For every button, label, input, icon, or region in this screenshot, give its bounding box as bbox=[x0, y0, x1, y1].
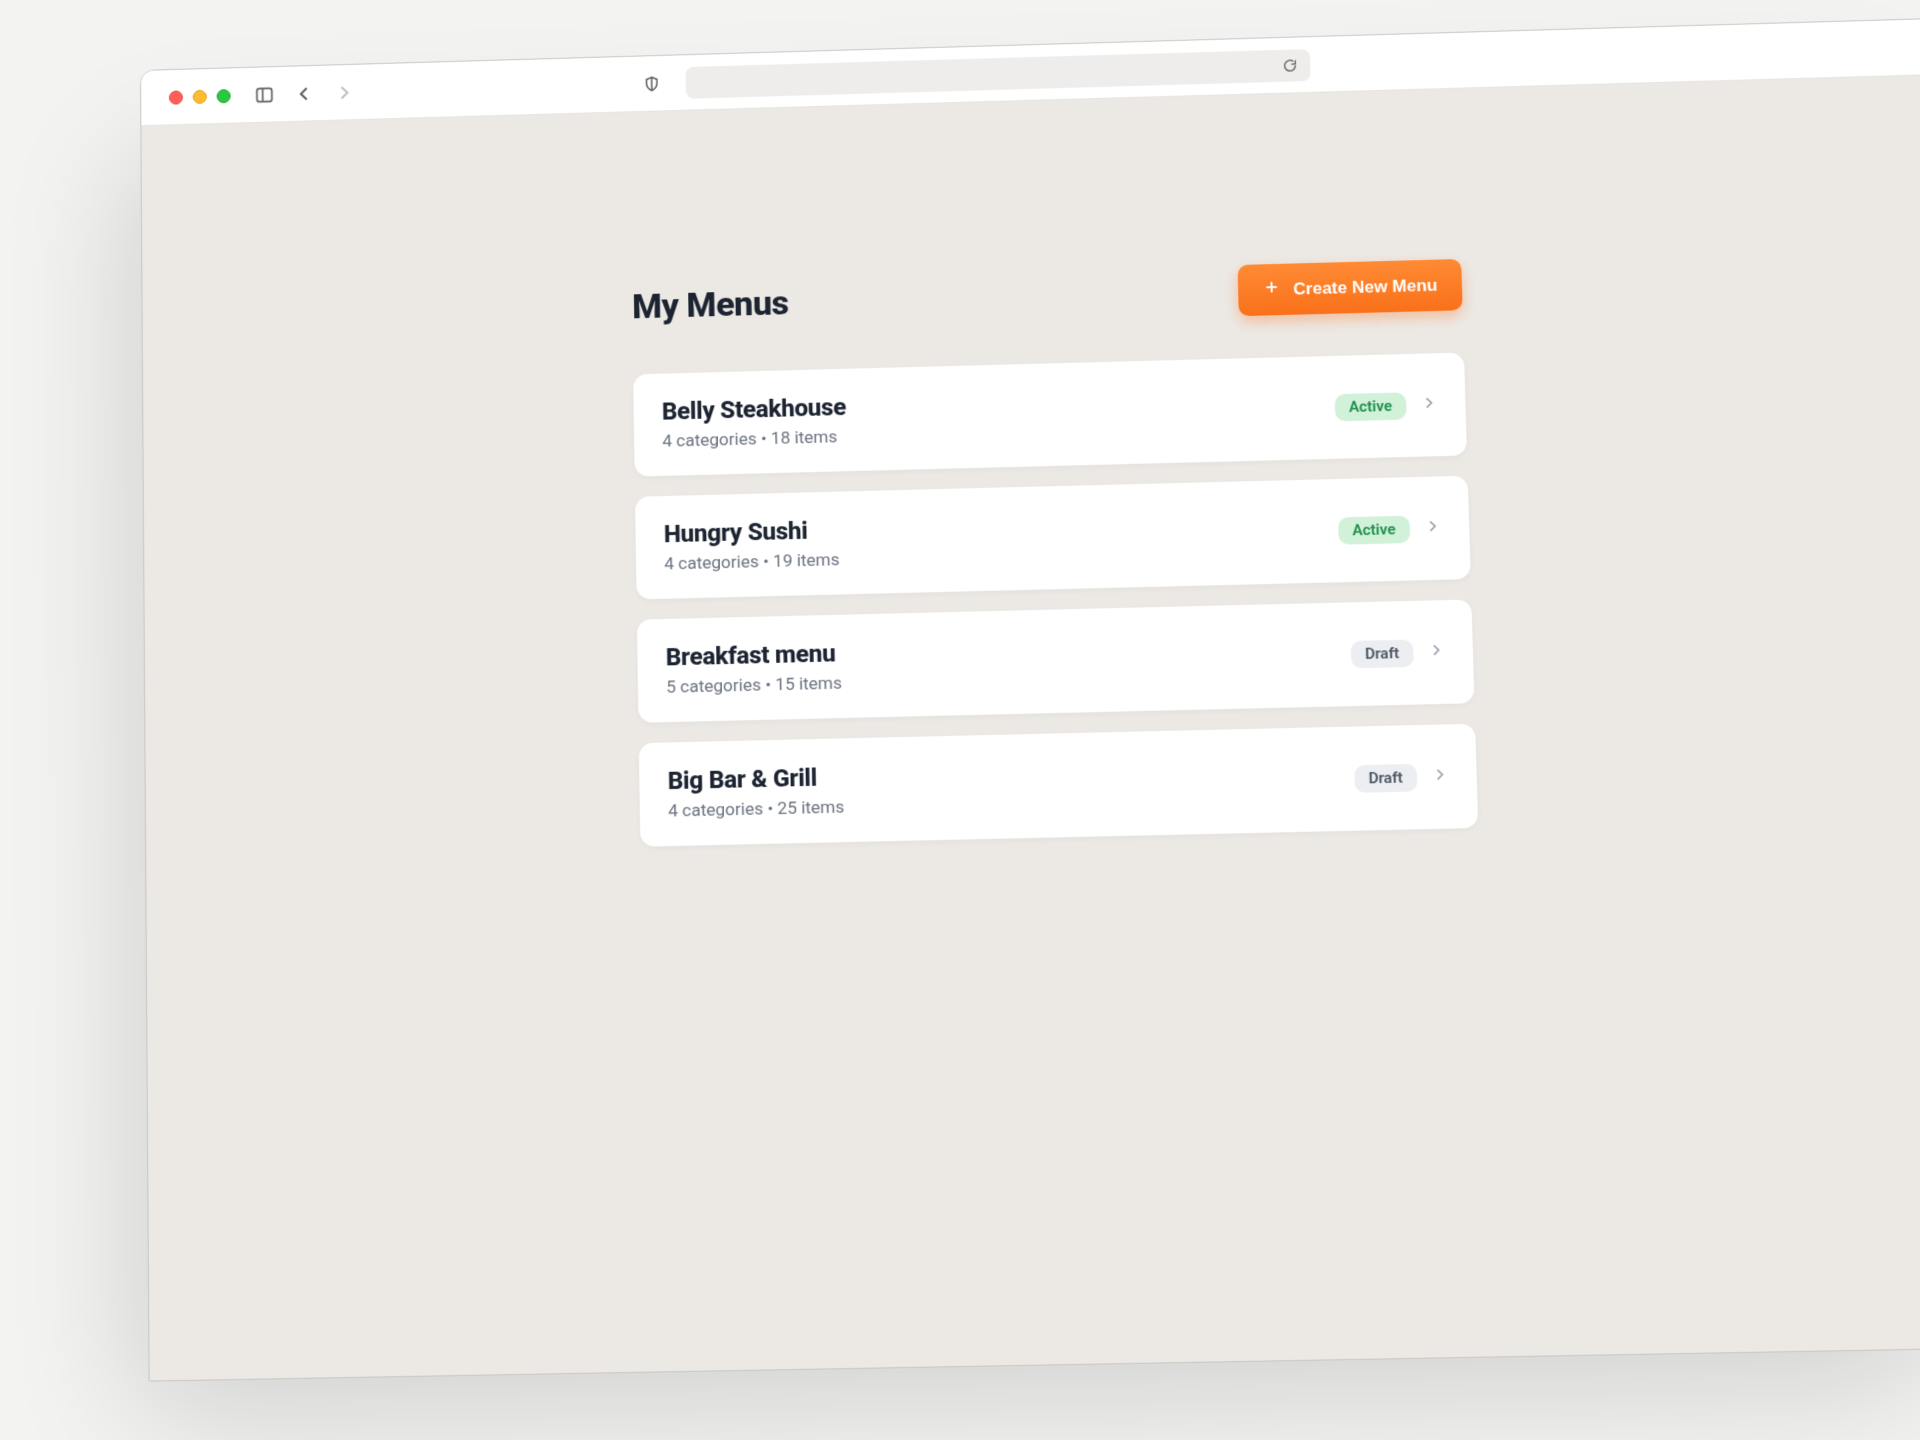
window-controls bbox=[169, 89, 231, 105]
browser-nav bbox=[254, 82, 354, 105]
page-title: My Menus bbox=[632, 283, 789, 327]
menu-title: Big Bar & Grill bbox=[668, 763, 845, 795]
chevron-right-icon bbox=[1431, 766, 1448, 787]
close-window-icon[interactable] bbox=[169, 90, 183, 104]
menu-card[interactable]: Hungry Sushi 4 categories • 19 items Act… bbox=[635, 476, 1471, 600]
chevron-right-icon bbox=[1424, 518, 1441, 539]
chevron-right-icon bbox=[1428, 642, 1445, 663]
menu-title: Belly Steakhouse bbox=[662, 393, 847, 426]
create-new-menu-label: Create New Menu bbox=[1293, 275, 1438, 299]
menu-card[interactable]: Breakfast menu 5 categories • 15 items D… bbox=[637, 599, 1475, 722]
menu-subtitle: 4 categories • 19 items bbox=[664, 550, 840, 575]
status-badge: Draft bbox=[1354, 763, 1418, 792]
menu-title: Breakfast menu bbox=[666, 639, 842, 672]
chevron-right-icon bbox=[1420, 395, 1437, 416]
back-icon[interactable] bbox=[294, 83, 314, 103]
menu-card[interactable]: Big Bar & Grill 4 categories • 25 items … bbox=[639, 724, 1479, 847]
menu-list: Belly Steakhouse 4 categories • 18 items… bbox=[633, 352, 1478, 846]
create-new-menu-button[interactable]: Create New Menu bbox=[1238, 259, 1463, 316]
plus-icon bbox=[1263, 278, 1282, 302]
address-bar[interactable] bbox=[685, 49, 1310, 99]
menu-card[interactable]: Belly Steakhouse 4 categories • 18 items… bbox=[633, 352, 1467, 476]
status-badge: Active bbox=[1334, 392, 1406, 421]
menu-subtitle: 4 categories • 18 items bbox=[662, 427, 847, 452]
status-badge: Active bbox=[1338, 515, 1411, 544]
menu-subtitle: 5 categories • 15 items bbox=[666, 673, 842, 697]
sidebar-toggle-icon[interactable] bbox=[254, 84, 274, 104]
menu-subtitle: 4 categories • 25 items bbox=[668, 797, 844, 821]
browser-window: My Menus Create New Menu bbox=[140, 17, 1920, 1381]
shield-icon[interactable] bbox=[642, 73, 662, 93]
forward-icon bbox=[334, 82, 354, 102]
page-header: My Menus Create New Menu bbox=[632, 259, 1463, 332]
reload-icon[interactable] bbox=[1280, 55, 1301, 75]
minimize-window-icon[interactable] bbox=[193, 89, 207, 103]
menu-title: Hungry Sushi bbox=[664, 516, 840, 549]
zoom-window-icon[interactable] bbox=[217, 89, 231, 103]
page-body: My Menus Create New Menu bbox=[141, 75, 1920, 1381]
status-badge: Draft bbox=[1350, 639, 1414, 668]
